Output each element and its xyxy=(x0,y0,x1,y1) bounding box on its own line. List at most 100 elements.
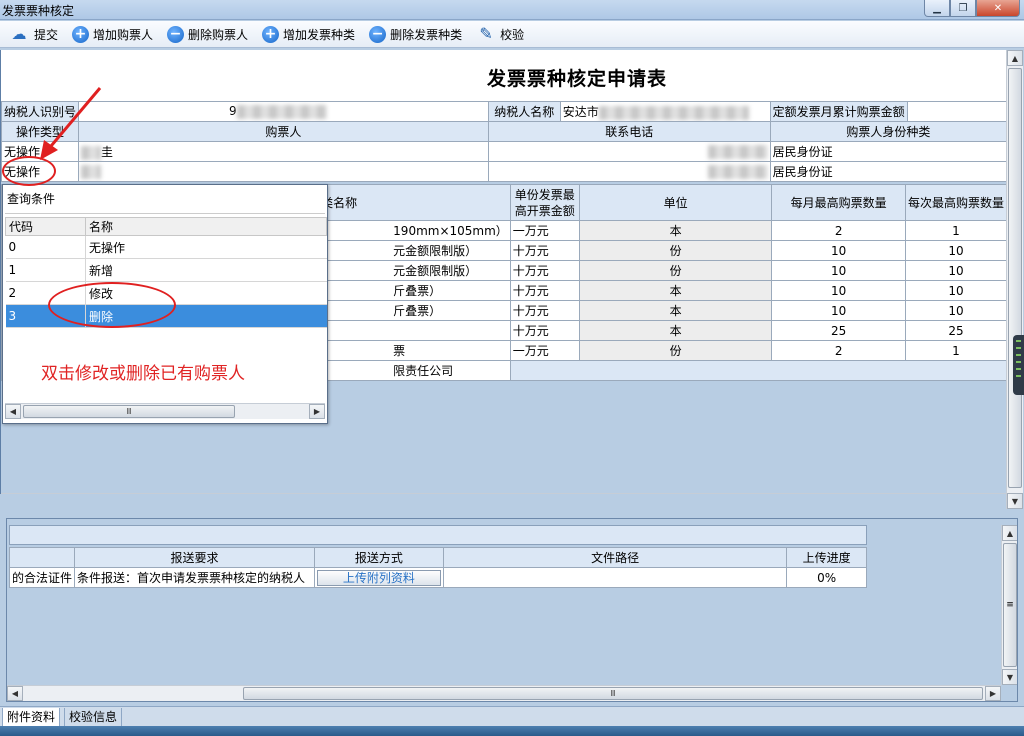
invoice-max-amount-cell[interactable]: 一万元 xyxy=(509,220,580,241)
upper-horizontal-scrollbar[interactable]: ◀ Ⅲ ▶ xyxy=(1,493,1006,494)
option-table-header: 代码 名称 xyxy=(5,217,327,236)
invoice-unit-cell: 本 xyxy=(578,320,773,341)
invoice-unit-cell: 份 xyxy=(578,260,773,281)
attachment-progress-cell: 0% xyxy=(786,567,867,588)
taxpayer-id-field[interactable]: 9 xyxy=(78,101,489,122)
taxpayer-info-table: 纳税人识别号 9 纳税人名称 安达市 定额发票月累计购票金额 操作类型 购票人 … xyxy=(1,101,1006,182)
attachment-path-cell[interactable] xyxy=(442,567,788,588)
scroll-up-arrow[interactable]: ▲ xyxy=(1007,50,1023,66)
invoice-unit-cell: 本 xyxy=(578,280,773,301)
option-code: 0 xyxy=(5,235,86,259)
scroll-thumb[interactable]: Ⅲ xyxy=(243,687,983,700)
invoice-per-cell[interactable]: 10 xyxy=(904,240,1006,261)
invoice-max-amount-cell[interactable]: 十万元 xyxy=(509,240,580,261)
title-bar: 发票票种核定 ▁ ❐ ✕ xyxy=(0,0,1024,20)
form-title: 发票票种核定申请表 xyxy=(487,68,668,90)
restore-button[interactable]: ❐ xyxy=(950,0,976,17)
op-type-header: 操作类型 xyxy=(1,121,80,142)
buyer-row[interactable]: 无操作 圭 居民身份证 xyxy=(1,141,1006,162)
phone-cell[interactable] xyxy=(487,161,771,182)
minus-circle-icon: − xyxy=(167,25,185,43)
invoice-max-amount-cell[interactable]: 十万元 xyxy=(509,320,580,341)
window-controls: ▁ ❐ ✕ xyxy=(924,0,1020,18)
minimize-button[interactable]: ▁ xyxy=(924,0,950,17)
scroll-left-arrow[interactable]: ◀ xyxy=(7,686,23,701)
lower-horizontal-scrollbar[interactable]: ◀ Ⅲ ▶ xyxy=(7,685,1001,701)
close-button[interactable]: ✕ xyxy=(976,0,1020,17)
attachment-name-cell: 的合法证件 xyxy=(8,567,76,588)
dropdown-horizontal-scrollbar[interactable]: ◀ Ⅲ ▶ xyxy=(5,403,325,419)
id-type-cell[interactable]: 居民身份证 xyxy=(769,161,1006,182)
delete-buyer-button[interactable]: − 删除购票人 xyxy=(167,25,248,43)
invoice-per-cell[interactable]: 10 xyxy=(904,260,1006,281)
scroll-down-arrow[interactable]: ▼ xyxy=(1002,669,1017,685)
taxpayer-id-value: 9 xyxy=(229,104,237,119)
invoice-max-amount-cell[interactable]: 十万元 xyxy=(509,280,580,301)
invoice-monthly-cell[interactable]: 10 xyxy=(771,240,906,261)
scroll-down-arrow[interactable]: ▼ xyxy=(1007,493,1023,509)
invoice-monthly-cell[interactable]: 2 xyxy=(771,220,906,241)
add-buyer-button[interactable]: + 增加购票人 xyxy=(72,25,153,43)
buyer-row[interactable]: 无操作 居民身份证 xyxy=(1,161,1006,182)
lower-vertical-scrollbar[interactable]: ▲ ≡ ▼ xyxy=(1001,525,1017,685)
attachments-table: 报送要求 报送方式 文件路径 上传进度 的合法证件 条件报送：首次申请发票票种核… xyxy=(8,547,867,588)
tab-verify-info[interactable]: 校验信息 xyxy=(64,708,123,727)
annotation-circle xyxy=(48,282,176,328)
invoice-per-cell[interactable]: 10 xyxy=(904,300,1006,321)
taxpayer-name-field[interactable]: 安达市 xyxy=(559,101,771,122)
annotation-circle xyxy=(2,156,56,186)
invoice-per-cell[interactable]: 25 xyxy=(904,320,1006,341)
scroll-up-arrow[interactable]: ▲ xyxy=(1002,525,1017,541)
scroll-thumb[interactable]: Ⅲ xyxy=(23,405,235,418)
scroll-left-arrow[interactable]: ◀ xyxy=(5,404,21,419)
delete-invoice-type-button[interactable]: − 删除发票种类 xyxy=(369,25,462,43)
invoice-unit-cell: 份 xyxy=(578,340,773,361)
invoice-monthly-cell[interactable]: 10 xyxy=(771,300,906,321)
taskbar xyxy=(0,726,1024,736)
toolbar: ☁ 提交 + 增加购票人 − 删除购票人 + 增加发票种类 − 删除发票种类 ✎… xyxy=(0,21,1024,48)
scroll-right-arrow[interactable]: ▶ xyxy=(985,686,1001,701)
query-input[interactable] xyxy=(5,210,325,214)
submit-label: 提交 xyxy=(34,27,59,42)
invoice-monthly-cell[interactable]: 25 xyxy=(771,320,906,341)
bottom-tabs: 附件资料 校验信息 xyxy=(0,706,1024,727)
verify-label: 校验 xyxy=(500,27,525,42)
phone-cell[interactable] xyxy=(487,141,771,162)
method-header: 报送方式 xyxy=(313,547,444,568)
requirement-header: 报送要求 xyxy=(74,547,315,568)
scroll-thumb[interactable]: ≡ xyxy=(1003,543,1017,667)
invoice-per-cell[interactable]: 10 xyxy=(904,280,1006,301)
redacted-value xyxy=(598,105,749,120)
option-name: 新增 xyxy=(85,258,327,282)
dropdown-option[interactable]: 0 无操作 xyxy=(5,235,327,259)
add-invoice-type-button[interactable]: + 增加发票种类 xyxy=(262,25,355,43)
invoice-monthly-cell[interactable]: 2 xyxy=(771,340,906,361)
attachments-panel: 报送要求 报送方式 文件路径 上传进度 的合法证件 条件报送：首次申请发票票种核… xyxy=(6,518,1018,702)
taxpayer-id-label: 纳税人识别号 xyxy=(1,101,80,122)
upper-vertical-scrollbar[interactable]: ▲ ▼ xyxy=(1006,50,1023,509)
invoice-max-amount-cell[interactable]: 十万元 xyxy=(509,300,580,321)
submit-button[interactable]: ☁ 提交 xyxy=(8,26,59,43)
buyer-name-cell[interactable]: 圭 xyxy=(78,141,489,162)
id-type-cell[interactable]: 居民身份证 xyxy=(769,141,1006,162)
scroll-thumb[interactable] xyxy=(1008,68,1022,488)
invoice-monthly-cell[interactable]: 10 xyxy=(771,260,906,281)
scroll-right-arrow[interactable]: ▶ xyxy=(309,404,325,419)
invoice-per-cell[interactable]: 1 xyxy=(904,220,1006,241)
buyer-name-cell[interactable] xyxy=(78,161,489,182)
upload-attachment-button[interactable]: 上传附列资料 xyxy=(316,569,441,586)
dropdown-option[interactable]: 1 新增 xyxy=(5,258,327,282)
invoice-max-amount-cell[interactable]: 一万元 xyxy=(509,340,580,361)
minus-circle-icon: − xyxy=(369,25,387,43)
tab-attachments[interactable]: 附件资料 xyxy=(2,708,61,727)
side-gripper[interactable] xyxy=(1013,335,1024,395)
unit-header: 单位 xyxy=(578,184,773,221)
form-title-area: 发票票种核定申请表 xyxy=(1,50,1006,101)
invoice-per-cell[interactable]: 1 xyxy=(904,340,1006,361)
name-header: 名称 xyxy=(85,217,327,236)
invoice-monthly-cell[interactable]: 10 xyxy=(771,280,906,301)
attachment-row[interactable]: 的合法证件 条件报送：首次申请发票票种核定的纳税人 上传附列资料 0% xyxy=(8,567,867,588)
quota-field[interactable] xyxy=(906,101,1006,122)
verify-button[interactable]: ✎ 校验 xyxy=(476,26,524,43)
invoice-max-amount-cell[interactable]: 十万元 xyxy=(509,260,580,281)
